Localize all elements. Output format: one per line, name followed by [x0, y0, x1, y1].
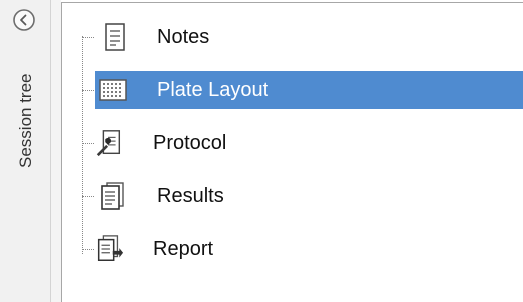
tree-item-report[interactable]: Report — [80, 230, 523, 268]
side-panel-title: Session tree — [16, 73, 35, 169]
report-icon — [97, 235, 124, 261]
tree-branch-line — [82, 143, 94, 144]
tree-item-protocol[interactable]: Protocol — [80, 124, 523, 162]
tree-item-plate-layout[interactable]: Plate Layout — [80, 71, 523, 109]
tree-item-label: Notes — [157, 26, 210, 48]
tree-branch-line — [82, 37, 94, 38]
tree-item-label: Report — [153, 238, 214, 260]
tree-branch-line — [82, 90, 94, 91]
tree-item-results[interactable]: Results — [80, 177, 523, 215]
tree-branch-line — [82, 196, 94, 197]
collapse-panel-button[interactable] — [12, 8, 36, 32]
chevron-left-circle-icon — [13, 9, 35, 31]
tree-item-label: Results — [157, 185, 224, 207]
grid-icon — [99, 79, 127, 101]
protocol-icon — [96, 130, 121, 157]
notes-icon — [105, 23, 125, 51]
tree-branch-line — [82, 249, 94, 250]
tree-item-label: Protocol — [153, 132, 227, 154]
tree-item-notes[interactable]: Notes — [80, 18, 523, 56]
tree-item-label: Plate Layout — [157, 79, 269, 101]
results-icon — [101, 182, 124, 210]
session-tree-side-strip: Session tree — [0, 0, 51, 302]
panel-splitter — [51, 0, 61, 302]
